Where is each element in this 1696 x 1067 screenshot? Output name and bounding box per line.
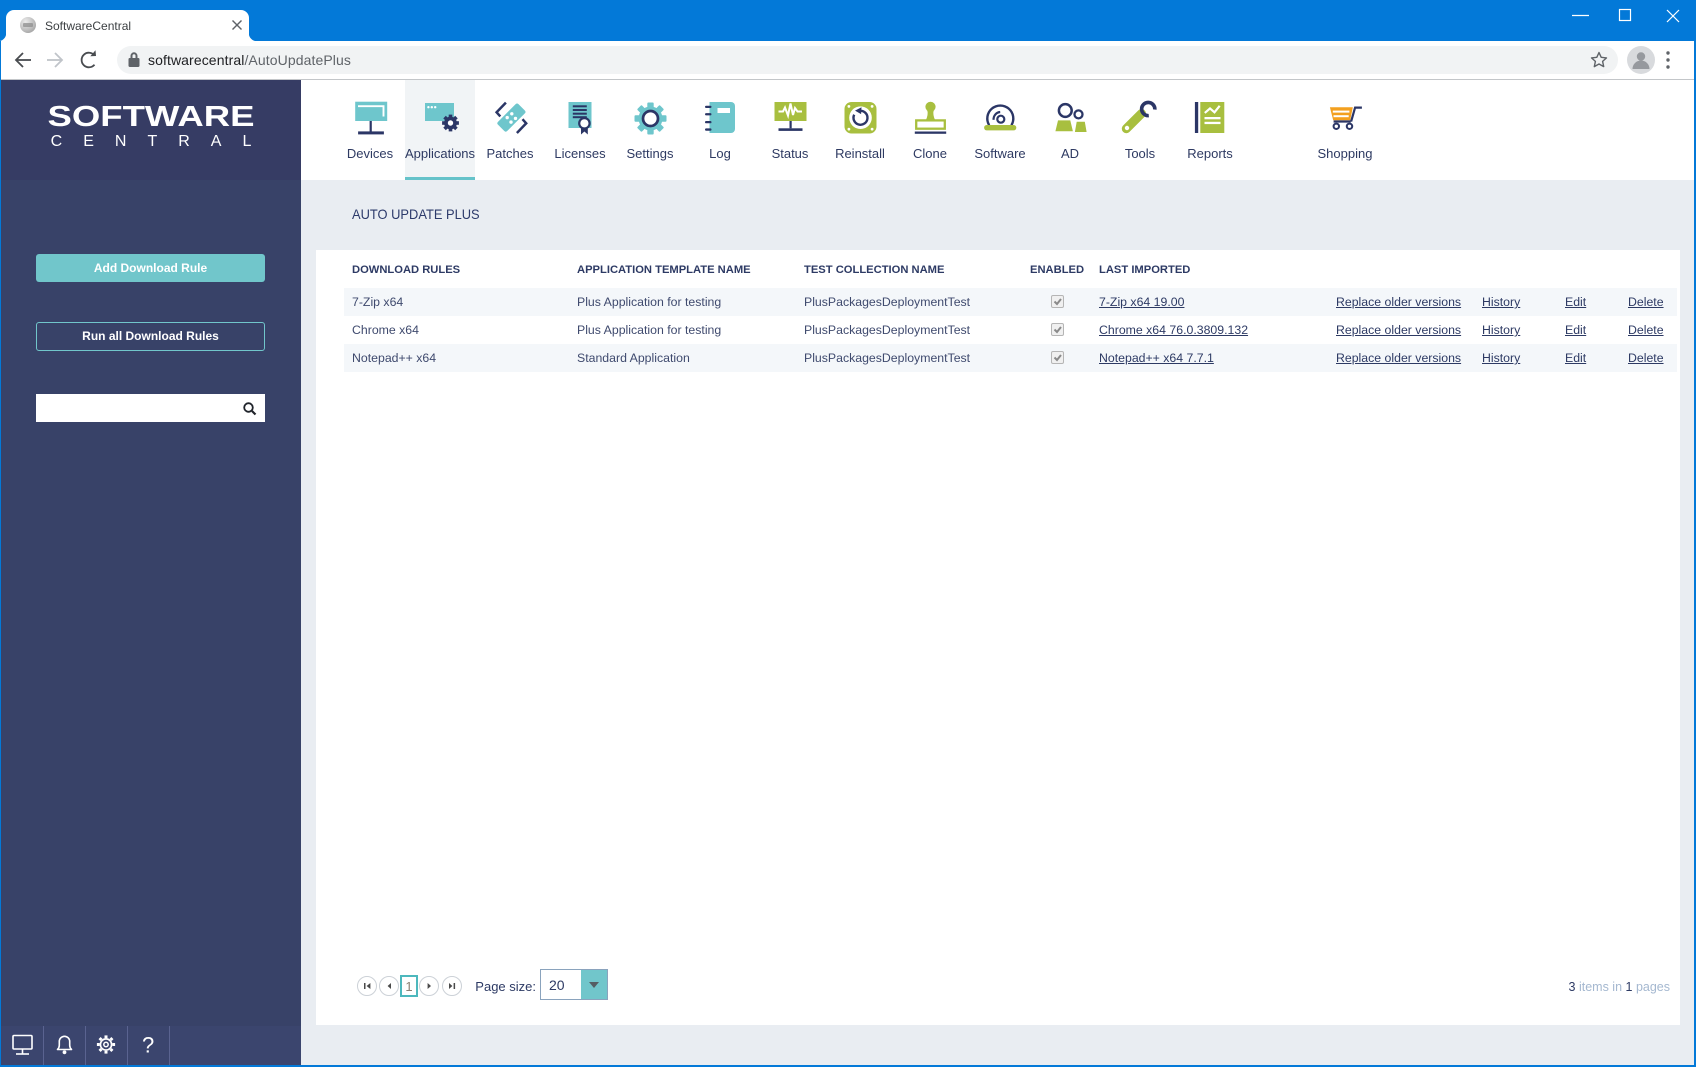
svg-text:?: ? xyxy=(142,1033,154,1058)
